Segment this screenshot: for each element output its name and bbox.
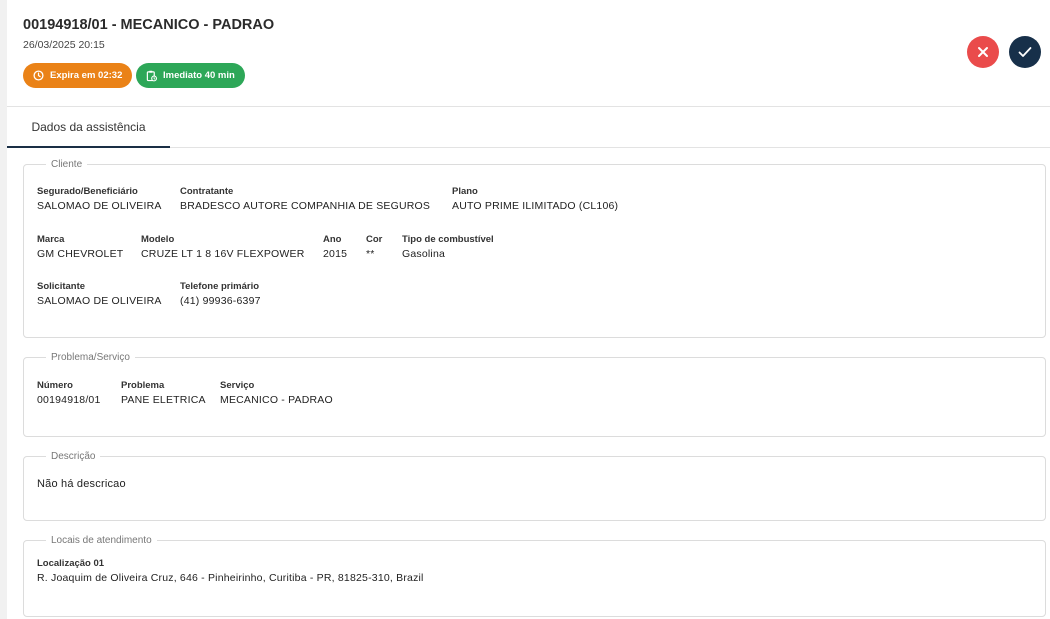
marca-field: Marca GM CHEVROLET — [37, 234, 123, 261]
contratante-value: BRADESCO AUTORE COMPANHIA DE SEGUROS — [180, 200, 431, 212]
imediato-badge-label: Imediato 40 min — [163, 70, 235, 81]
plano-label: Plano — [452, 186, 478, 197]
marca-value: GM CHEVROLET — [37, 248, 124, 260]
problema-field: Problema PANE ELETRICA — [121, 380, 206, 407]
marca-label: Marca — [37, 234, 65, 245]
descricao-text: Não há descricao — [37, 478, 126, 490]
accept-button[interactable] — [1009, 36, 1041, 68]
plano-value: AUTO PRIME ILIMITADO (CL106) — [452, 200, 619, 212]
combustivel-value: Gasolina — [402, 248, 446, 260]
numero-label: Número — [37, 380, 73, 391]
problema-label: Problema — [121, 380, 165, 391]
combustivel-label: Tipo de combustível — [402, 234, 494, 245]
modelo-field: Modelo CRUZE LT 1 8 16V FLEXPOWER — [141, 234, 305, 261]
assistance-header: 00194918/01 - MECANICO - PADRAO 26/03/20… — [7, 0, 1050, 107]
telefone-field: Telefone primário (41) 99936-6397 — [180, 281, 261, 308]
contratante-field: Contratante BRADESCO AUTORE COMPANHIA DE… — [180, 186, 430, 213]
clock-icon — [33, 70, 44, 81]
solicitante-value: SALOMAO DE OLIVEIRA — [37, 295, 162, 307]
cor-value: ** — [366, 248, 375, 260]
telefone-value: (41) 99936-6397 — [180, 295, 261, 307]
ano-value: 2015 — [323, 248, 348, 260]
localizacao-value: R. Joaquim de Oliveira Cruz, 646 - Pinhe… — [37, 572, 424, 584]
clipboard-clock-icon — [146, 70, 157, 81]
page-title: 00194918/01 - MECANICO - PADRAO — [23, 17, 275, 33]
cliente-legend: Cliente — [51, 159, 83, 170]
servico-label: Serviço — [220, 380, 255, 391]
localizacao-label: Localização 01 — [37, 558, 105, 569]
numero-field: Número 00194918/01 — [37, 380, 101, 407]
solicitante-label: Solicitante — [37, 281, 86, 292]
reject-button[interactable] — [967, 36, 999, 68]
cor-field: Cor ** — [366, 234, 382, 261]
problema-legend: Problema/Serviço — [51, 352, 130, 363]
localizacao-field: Localização 01 R. Joaquim de Oliveira Cr… — [37, 558, 424, 585]
segurado-label: Segurado/Beneficiário — [37, 186, 138, 197]
tab-bar: Dados da assistência — [7, 108, 1050, 148]
descricao-card: Descrição — [23, 451, 1046, 521]
expira-badge: Expira em 02:32 — [23, 63, 133, 88]
servico-field: Serviço MECANICO - PADRAO — [220, 380, 333, 407]
expira-badge-label: Expira em 02:32 — [50, 70, 123, 81]
modelo-value: CRUZE LT 1 8 16V FLEXPOWER — [141, 248, 305, 260]
solicitante-field: Solicitante SALOMAO DE OLIVEIRA — [37, 281, 162, 308]
combustivel-field: Tipo de combustível Gasolina — [402, 234, 494, 261]
telefone-label: Telefone primário — [180, 281, 260, 292]
tab-dados-assistencia[interactable]: Dados da assistência — [7, 108, 170, 148]
request-datetime: 26/03/2025 20:15 — [23, 39, 105, 51]
plano-field: Plano AUTO PRIME ILIMITADO (CL106) — [452, 186, 618, 213]
ano-label: Ano — [323, 234, 342, 245]
segurado-field: Segurado/Beneficiário SALOMAO DE OLIVEIR… — [37, 186, 162, 213]
left-edge-bar — [0, 0, 7, 619]
problema-value: PANE ELETRICA — [121, 394, 206, 406]
modelo-label: Modelo — [141, 234, 175, 245]
imediato-badge: Imediato 40 min — [136, 63, 245, 88]
segurado-value: SALOMAO DE OLIVEIRA — [37, 200, 162, 212]
contratante-label: Contratante — [180, 186, 234, 197]
locais-legend: Locais de atendimento — [51, 535, 152, 546]
ano-field: Ano 2015 — [323, 234, 347, 261]
close-icon — [978, 47, 988, 57]
servico-value: MECANICO - PADRAO — [220, 394, 333, 406]
descricao-legend: Descrição — [51, 451, 96, 462]
numero-value: 00194918/01 — [37, 394, 101, 406]
check-icon — [1018, 47, 1032, 57]
cor-label: Cor — [366, 234, 383, 245]
